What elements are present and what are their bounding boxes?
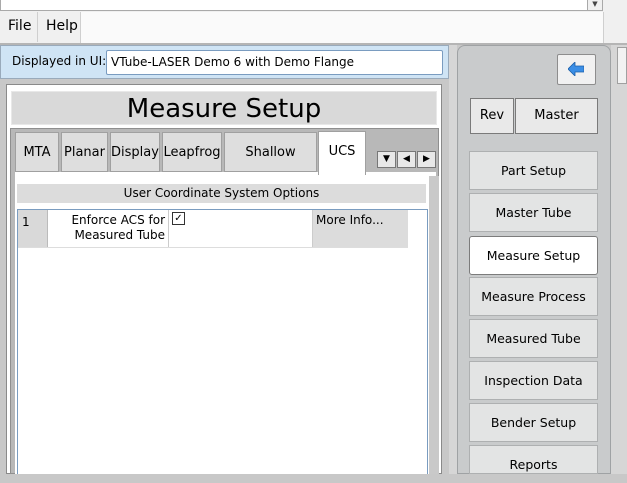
- rev-button[interactable]: Rev: [470, 98, 514, 134]
- menu-file[interactable]: File: [2, 12, 39, 42]
- tab-prev-icon[interactable]: ◀: [397, 151, 416, 168]
- top-combo-field[interactable]: [0, 0, 588, 11]
- grid-side-strip: [429, 176, 439, 474]
- row-check-cell: [169, 210, 313, 247]
- back-arrow-icon: [568, 62, 584, 76]
- tab-leapfrog[interactable]: Leapfrog: [162, 132, 222, 172]
- row-number: 1: [18, 210, 48, 247]
- menu-help[interactable]: Help: [40, 12, 85, 42]
- tab-next-icon[interactable]: ▶: [417, 151, 436, 168]
- nav-reports[interactable]: Reports: [469, 445, 598, 474]
- tab-shallow-bends[interactable]: Shallow Bends: [224, 132, 317, 200]
- nav-bender-setup[interactable]: Bender Setup: [469, 403, 598, 442]
- tab-planar[interactable]: Planar: [61, 132, 108, 172]
- nav-inspection-data[interactable]: Inspection Data: [469, 361, 598, 400]
- row-divider: [18, 247, 408, 248]
- right-scrollbar-thumb[interactable]: [617, 47, 627, 84]
- nav-master-tube[interactable]: Master Tube: [469, 193, 598, 232]
- options-grid: [17, 209, 428, 474]
- section-header: User Coordinate System Options: [17, 184, 426, 203]
- display-label: Displayed in UI:: [12, 54, 107, 68]
- display-value-field[interactable]: VTube-LASER Demo 6 with Demo Flange: [106, 50, 443, 75]
- enforce-acs-checkbox[interactable]: ✓: [172, 212, 185, 225]
- tab-menu-icon[interactable]: ▼: [377, 151, 396, 168]
- nav-part-setup[interactable]: Part Setup: [469, 151, 598, 190]
- row-label: Enforce ACS for Measured Tube: [48, 210, 169, 247]
- menu-bar-filler: [80, 12, 604, 43]
- right-edge: [611, 45, 627, 474]
- tab-display[interactable]: Display: [110, 132, 160, 172]
- nav-measure-setup[interactable]: Measure Setup: [469, 236, 598, 275]
- master-button[interactable]: Master: [515, 98, 598, 134]
- more-info-link[interactable]: More Info...: [313, 210, 408, 247]
- tab-ucs[interactable]: UCS: [318, 131, 366, 175]
- nav-measured-tube[interactable]: Measured Tube: [469, 319, 598, 358]
- page-title: Measure Setup: [11, 91, 437, 125]
- top-combo-dropdown-icon[interactable]: ▼: [587, 0, 603, 11]
- panel-splitter[interactable]: [449, 45, 457, 474]
- tab-mta[interactable]: MTA: [15, 132, 59, 172]
- nav-measure-process[interactable]: Measure Process: [469, 277, 598, 316]
